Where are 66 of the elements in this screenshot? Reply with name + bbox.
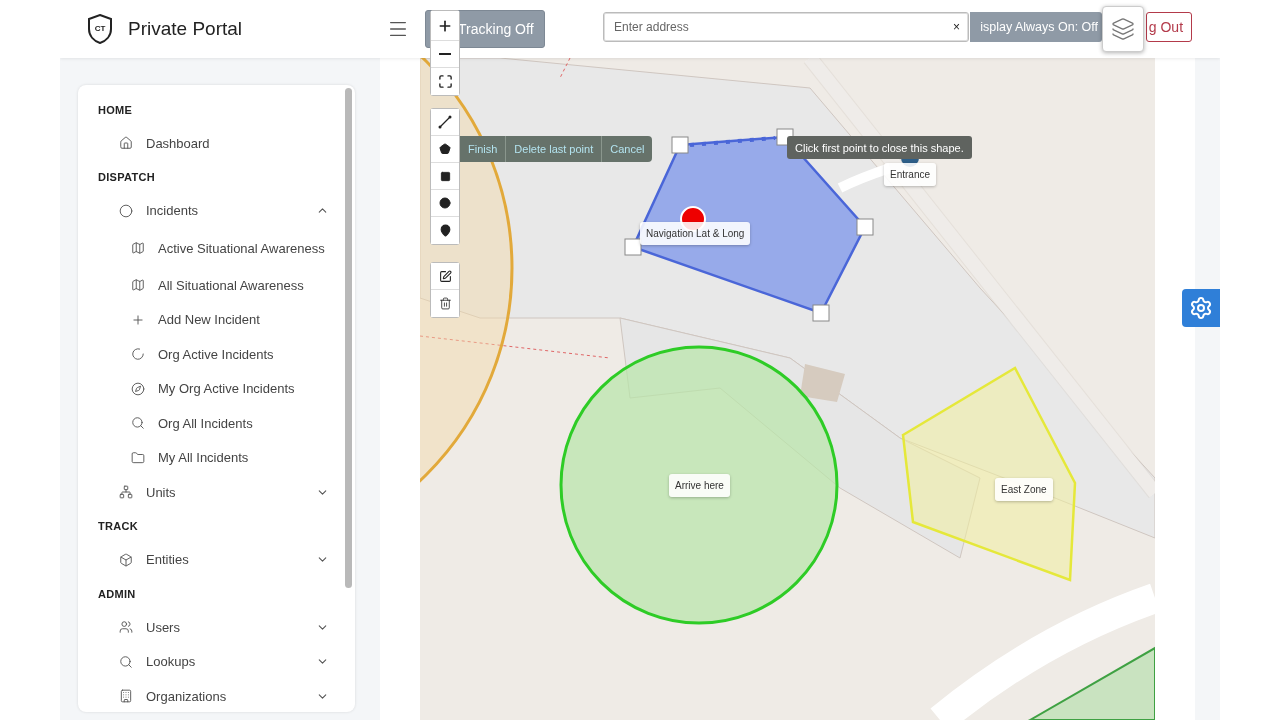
edit-button[interactable] xyxy=(431,263,459,290)
map-label: Navigation Lat & Long xyxy=(640,222,751,245)
sidebar-item[interactable]: Entities xyxy=(98,542,329,577)
pentagon-icon xyxy=(439,143,451,155)
section-heading: HOME xyxy=(98,102,134,118)
users-icon xyxy=(119,620,134,635)
fullscreen-icon xyxy=(437,74,453,89)
pin-icon xyxy=(438,224,452,237)
minus-icon xyxy=(439,53,451,55)
sidebar-item[interactable]: Add New Incident xyxy=(98,302,341,337)
sidebar-item[interactable]: Incidents xyxy=(98,193,329,228)
sidebar-item[interactable]: Org Active Incidents xyxy=(98,337,341,372)
vertex-handle[interactable] xyxy=(856,218,874,236)
scrollbar[interactable] xyxy=(345,88,352,588)
sidebar-item[interactable]: My Org Active Incidents xyxy=(98,371,341,406)
spinner-icon xyxy=(131,347,146,362)
map-icon xyxy=(131,241,146,255)
draw-line-button[interactable] xyxy=(431,109,459,136)
plus-icon xyxy=(131,312,146,327)
search-icon xyxy=(119,654,134,669)
layers-icon xyxy=(1111,17,1136,41)
zoom-in-button[interactable] xyxy=(431,11,459,41)
home-icon xyxy=(119,136,134,151)
logout-button[interactable]: g Out xyxy=(1146,12,1193,42)
map-label: East Zone xyxy=(995,478,1053,501)
draw-action-button[interactable]: Cancel xyxy=(601,136,653,162)
building-icon xyxy=(119,689,134,704)
map-label: Arrive here xyxy=(669,474,730,497)
draw-action-button[interactable]: Delete last point xyxy=(505,136,602,162)
vertex-handle[interactable] xyxy=(812,304,830,322)
circle-icon xyxy=(119,203,134,218)
sidebar-item[interactable]: Organizations xyxy=(98,679,329,712)
sidebar-item[interactable]: Dashboard xyxy=(98,126,329,161)
settings-button[interactable] xyxy=(1182,289,1220,327)
cube-icon xyxy=(119,552,134,567)
network-icon xyxy=(119,485,134,500)
sidebar-item[interactable]: Org All Incidents xyxy=(98,406,341,441)
sidebar-item[interactable]: My All Incidents xyxy=(98,440,341,475)
clear-button[interactable]: × xyxy=(947,20,967,34)
circle-icon xyxy=(439,197,451,209)
sidebar-item[interactable]: Lookups xyxy=(98,644,329,679)
vertex-handle[interactable] xyxy=(671,136,689,154)
vertex-handle[interactable] xyxy=(624,238,642,256)
map-icon xyxy=(131,278,146,293)
section-heading: DISPATCH xyxy=(98,170,156,185)
tooltip: Click first point to close this shape. xyxy=(787,136,972,159)
section-heading: TRACK xyxy=(98,519,139,534)
address-field[interactable]: Enter address × xyxy=(603,12,970,42)
map-label: Entrance xyxy=(884,163,937,186)
edit-icon xyxy=(438,269,452,283)
sidebar-item[interactable]: Active Situational Awareness xyxy=(98,228,341,268)
sidebar-item[interactable]: Units xyxy=(98,475,329,510)
search-icon xyxy=(131,416,146,431)
sidebar-item[interactable]: All Situational Awareness xyxy=(98,268,341,303)
sidebar-item[interactable]: Users xyxy=(98,610,329,645)
line-icon xyxy=(438,115,452,129)
folder-icon xyxy=(131,450,146,465)
app-title: Private Portal xyxy=(128,18,243,40)
layers-button[interactable] xyxy=(1102,6,1145,52)
logo: CT xyxy=(87,14,113,44)
compass-icon xyxy=(131,381,146,396)
gear-icon xyxy=(1189,296,1213,320)
square-icon xyxy=(439,170,451,182)
draw-action-button[interactable]: Finish xyxy=(460,136,506,162)
trash-icon xyxy=(438,297,452,310)
section-heading: ADMIN xyxy=(98,586,137,602)
